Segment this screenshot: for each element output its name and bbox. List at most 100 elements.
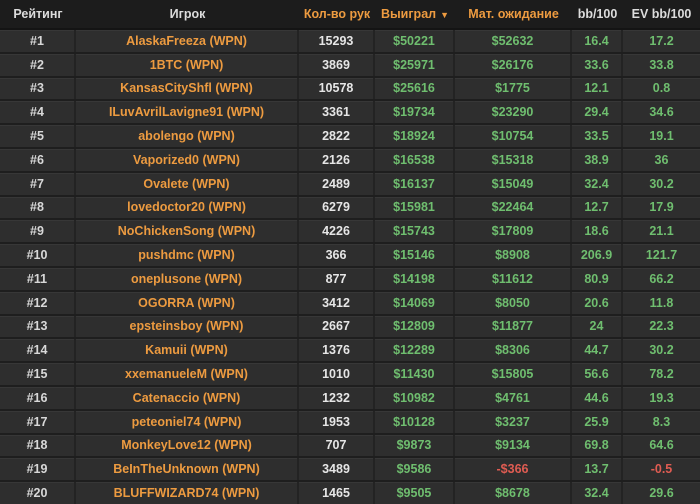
rank-cell: #13 [0, 316, 76, 338]
rank-cell: #15 [0, 363, 76, 385]
ev-bb100-cell: 78.2 [623, 363, 700, 385]
bb100-cell: 32.4 [572, 482, 623, 504]
winnings-cell: $9505 [375, 482, 455, 504]
expected-value-cell: $15805 [455, 363, 572, 385]
player-name-link[interactable]: KansasCityShfl (WPN) [76, 78, 299, 100]
winnings-cell: $50221 [375, 30, 455, 52]
winnings-cell: $10982 [375, 387, 455, 409]
table-row: #9 NoChickenSong (WPN) 4226 $15743 $1780… [0, 220, 700, 244]
ev-bb100-cell: 19.3 [623, 387, 700, 409]
rank-cell: #9 [0, 220, 76, 242]
rank-cell: #10 [0, 244, 76, 266]
expected-value-cell: $1775 [455, 78, 572, 100]
ev-bb100-cell: 34.6 [623, 101, 700, 123]
player-name-link[interactable]: lovedoctor20 (WPN) [76, 197, 299, 219]
ev-bb100-cell: 8.3 [623, 411, 700, 433]
expected-value-cell: $11877 [455, 316, 572, 338]
table-header-row: Рейтинг Игрок Кол-во рук Выиграл ▼ Мат. … [0, 0, 700, 30]
expected-value-cell: $15049 [455, 173, 572, 195]
ev-bb100-cell: 36 [623, 149, 700, 171]
table-row: #12 OGORRA (WPN) 3412 $14069 $8050 20.6 … [0, 292, 700, 316]
winnings-cell: $25971 [375, 54, 455, 76]
bb100-cell: 44.6 [572, 387, 623, 409]
player-name-link[interactable]: ILuvAvrilLavigne91 (WPN) [76, 101, 299, 123]
rank-cell: #12 [0, 292, 76, 314]
winnings-cell: $9873 [375, 435, 455, 457]
table-row: #17 peteoniel74 (WPN) 1953 $10128 $3237 … [0, 411, 700, 435]
rank-cell: #3 [0, 78, 76, 100]
player-name-link[interactable]: BeInTheUnknown (WPN) [76, 458, 299, 480]
column-header-expected-value[interactable]: Мат. ожидание [455, 7, 572, 21]
player-name-link[interactable]: 1BTC (WPN) [76, 54, 299, 76]
player-name-link[interactable]: Ovalete (WPN) [76, 173, 299, 195]
bb100-cell: 32.4 [572, 173, 623, 195]
rank-cell: #11 [0, 268, 76, 290]
column-header-won[interactable]: Выиграл ▼ [375, 7, 455, 21]
table-row: #20 BLUFFWIZARD74 (WPN) 1465 $9505 $8678… [0, 482, 700, 504]
ev-bb100-cell: 29.6 [623, 482, 700, 504]
player-name-link[interactable]: xxemanueleM (WPN) [76, 363, 299, 385]
rank-cell: #4 [0, 101, 76, 123]
player-name-link[interactable]: oneplusone (WPN) [76, 268, 299, 290]
expected-value-cell: $22464 [455, 197, 572, 219]
bb100-cell: 80.9 [572, 268, 623, 290]
bb100-cell: 12.1 [572, 78, 623, 100]
winnings-cell: $9586 [375, 458, 455, 480]
player-name-link[interactable]: AlaskaFreeza (WPN) [76, 30, 299, 52]
bb100-cell: 25.9 [572, 411, 623, 433]
bb100-cell: 56.6 [572, 363, 623, 385]
player-name-link[interactable]: NoChickenSong (WPN) [76, 220, 299, 242]
table-row: #3 KansasCityShfl (WPN) 10578 $25616 $17… [0, 78, 700, 102]
hands-count-cell: 3869 [299, 54, 375, 76]
ev-bb100-cell: 19.1 [623, 125, 700, 147]
hands-count-cell: 4226 [299, 220, 375, 242]
expected-value-cell: $8050 [455, 292, 572, 314]
bb100-cell: 12.7 [572, 197, 623, 219]
column-header-label: Мат. ожидание [468, 7, 559, 21]
table-row: #7 Ovalete (WPN) 2489 $16137 $15049 32.4… [0, 173, 700, 197]
column-header-ev-bb100[interactable]: EV bb/100 [623, 7, 700, 21]
table-row: #11 oneplusone (WPN) 877 $14198 $11612 8… [0, 268, 700, 292]
hands-count-cell: 1010 [299, 363, 375, 385]
table-row: #16 Catenaccio (WPN) 1232 $10982 $4761 4… [0, 387, 700, 411]
player-name-link[interactable]: Catenaccio (WPN) [76, 387, 299, 409]
hands-count-cell: 1232 [299, 387, 375, 409]
rank-cell: #5 [0, 125, 76, 147]
winnings-cell: $16538 [375, 149, 455, 171]
bb100-cell: 13.7 [572, 458, 623, 480]
bb100-cell: 16.4 [572, 30, 623, 52]
column-header-player[interactable]: Игрок [76, 7, 299, 21]
ev-bb100-cell: 22.3 [623, 316, 700, 338]
player-name-link[interactable]: peteoniel74 (WPN) [76, 411, 299, 433]
bb100-cell: 206.9 [572, 244, 623, 266]
player-name-link[interactable]: Vaporized0 (WPN) [76, 149, 299, 171]
bb100-cell: 18.6 [572, 220, 623, 242]
table-row: #5 abolengo (WPN) 2822 $18924 $10754 33.… [0, 125, 700, 149]
winnings-cell: $15981 [375, 197, 455, 219]
table-row: #2 1BTC (WPN) 3869 $25971 $26176 33.6 33… [0, 54, 700, 78]
player-name-link[interactable]: OGORRA (WPN) [76, 292, 299, 314]
player-name-link[interactable]: epsteinsboy (WPN) [76, 316, 299, 338]
bb100-cell: 24 [572, 316, 623, 338]
winnings-cell: $11430 [375, 363, 455, 385]
column-header-bb100[interactable]: bb/100 [572, 7, 623, 21]
column-header-rating[interactable]: Рейтинг [0, 7, 76, 21]
player-name-link[interactable]: Kamuii (WPN) [76, 339, 299, 361]
player-name-link[interactable]: abolengo (WPN) [76, 125, 299, 147]
bb100-cell: 38.9 [572, 149, 623, 171]
hands-count-cell: 15293 [299, 30, 375, 52]
ev-bb100-cell: 30.2 [623, 173, 700, 195]
player-name-link[interactable]: BLUFFWIZARD74 (WPN) [76, 482, 299, 504]
player-name-link[interactable]: pushdmc (WPN) [76, 244, 299, 266]
expected-value-cell: $8678 [455, 482, 572, 504]
rank-cell: #1 [0, 30, 76, 52]
winnings-cell: $14069 [375, 292, 455, 314]
rank-cell: #6 [0, 149, 76, 171]
bb100-cell: 69.8 [572, 435, 623, 457]
column-header-hands[interactable]: Кол-во рук [299, 7, 375, 21]
hands-count-cell: 366 [299, 244, 375, 266]
player-name-link[interactable]: MonkeyLove12 (WPN) [76, 435, 299, 457]
expected-value-cell: $4761 [455, 387, 572, 409]
expected-value-cell: $10754 [455, 125, 572, 147]
expected-value-cell: $17809 [455, 220, 572, 242]
